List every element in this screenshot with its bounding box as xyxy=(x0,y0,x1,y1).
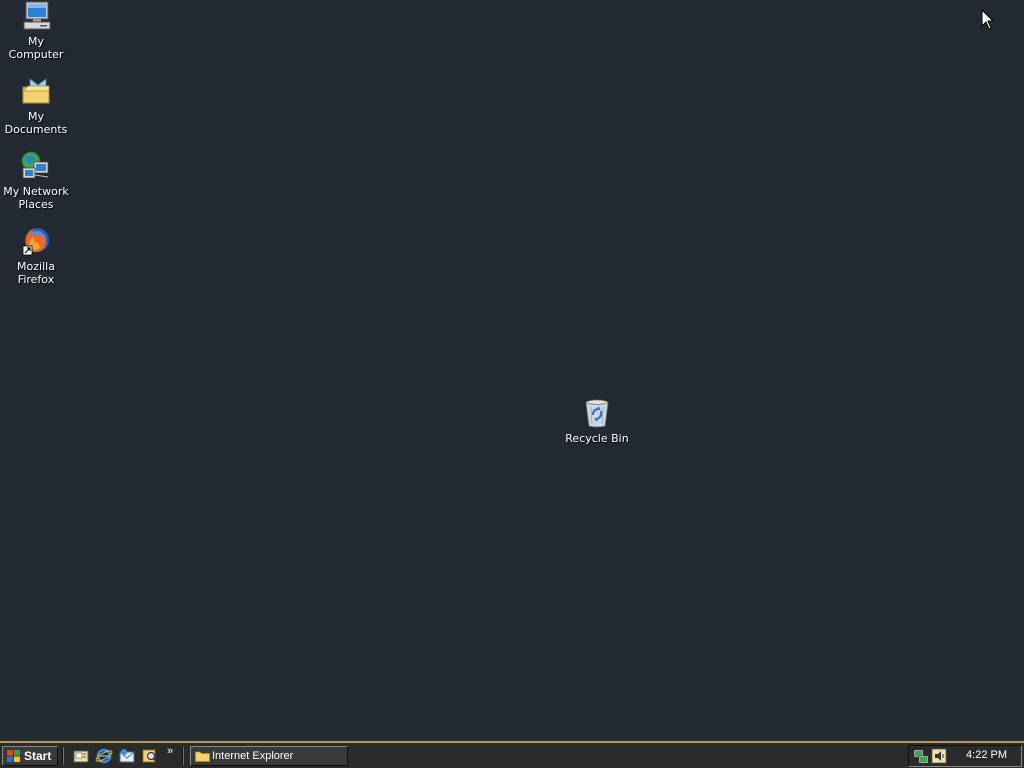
taskbar-separator xyxy=(62,747,64,765)
system-tray: 4:22 PM xyxy=(908,745,1022,767)
desktop-icon-mozilla-firefox[interactable]: Mozilla Firefox xyxy=(0,225,72,286)
network-icon[interactable] xyxy=(913,748,929,764)
start-label: Start xyxy=(24,749,52,763)
desktop-icon-label: My Documents xyxy=(4,110,68,136)
my-computer-icon xyxy=(20,0,52,32)
desktop-icon-recycle-bin[interactable]: Recycle Bin xyxy=(561,397,633,445)
start-button[interactable]: Start xyxy=(2,746,58,766)
desktop-icon-my-documents[interactable]: My Documents xyxy=(0,75,72,136)
task-label: Internet Explorer xyxy=(212,750,294,762)
desktop-icon-label: Recycle Bin xyxy=(565,432,629,445)
taskbar: Start » Internet Explorer 4:22 PM xyxy=(0,741,1024,768)
show-desktop-icon[interactable] xyxy=(72,747,90,765)
desktop-icon-label: Mozilla Firefox xyxy=(17,260,55,286)
my-documents-icon xyxy=(20,75,52,107)
desktop-icon-my-network-places[interactable]: My Network Places xyxy=(0,150,72,211)
windows-logo-icon xyxy=(7,750,20,762)
desktop-icon-label: My Computer xyxy=(8,35,64,61)
internet-explorer-icon[interactable] xyxy=(95,747,113,765)
firefox-icon xyxy=(20,225,52,257)
search-icon[interactable] xyxy=(141,747,159,765)
desktop-icon-label: My Network Places xyxy=(3,185,69,211)
volume-icon[interactable] xyxy=(931,748,947,764)
folder-icon xyxy=(195,751,210,762)
network-places-icon xyxy=(20,150,52,182)
taskbar-button-internet-explorer[interactable]: Internet Explorer xyxy=(190,746,348,766)
taskbar-separator xyxy=(182,747,184,765)
recycle-bin-icon xyxy=(581,397,613,429)
mouse-cursor-icon xyxy=(981,9,995,30)
outlook-express-icon[interactable] xyxy=(118,747,136,765)
quick-launch-chevron[interactable]: » xyxy=(167,745,173,757)
desktop: My Computer My Documents My Network Plac… xyxy=(0,0,1024,741)
clock[interactable]: 4:22 PM xyxy=(966,749,1007,761)
desktop-icon-my-computer[interactable]: My Computer xyxy=(0,0,72,61)
